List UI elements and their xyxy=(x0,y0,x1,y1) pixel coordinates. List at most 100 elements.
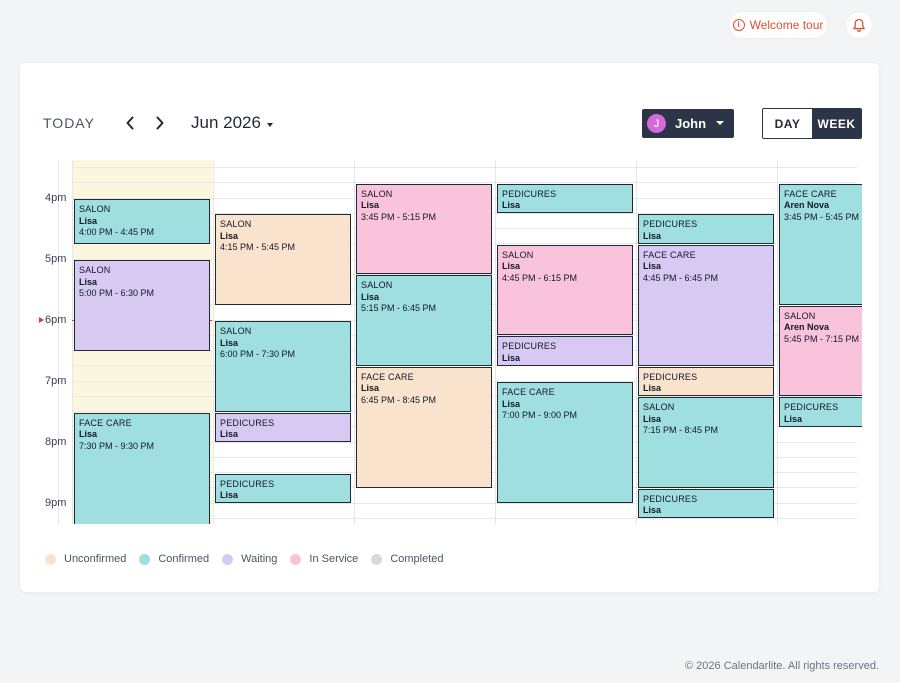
appointment-card[interactable]: SALON Lisa 3:45 PM - 5:15 PM xyxy=(356,183,492,275)
hour-label: 7pm xyxy=(45,375,67,387)
appointment-service: PEDICURES xyxy=(220,417,275,428)
appointment-service: SALON xyxy=(643,402,675,413)
legend-dot xyxy=(222,553,234,565)
appointment-time: 7:15 PM - 8:45 PM xyxy=(643,425,719,436)
appointment-time: 6:00 PM - 7:30 PM xyxy=(220,349,296,359)
appointment-card[interactable]: FACE CARE Lisa 4:45 PM - 6:45 PM xyxy=(638,244,774,366)
appointment-service: FACE CARE xyxy=(79,417,132,428)
caret-down-icon xyxy=(716,121,724,125)
appointment-card[interactable]: PEDICURES Lisa xyxy=(638,366,774,397)
legend-label: In Service xyxy=(309,553,359,565)
appointment-service: SALON xyxy=(220,219,252,230)
appointment-card[interactable]: SALON Lisa 4:15 PM - 5:45 PM xyxy=(215,214,351,305)
appointment-time: 5:45 PM - 7:15 PM xyxy=(784,333,860,344)
appointment-card[interactable]: FACE CARE Aren Nova 3:45 PM - 5:45 PM xyxy=(779,183,862,305)
appointment-service: SALON xyxy=(79,204,111,214)
week-view-button[interactable]: WEEK xyxy=(812,109,861,138)
appointment-service: FACE CARE xyxy=(643,249,696,260)
appointment-card[interactable]: PEDICURES Lisa xyxy=(215,473,351,503)
hour-label: 8pm xyxy=(45,436,67,448)
appointment-client: Aren Nova xyxy=(784,322,830,333)
appointment-time: 7:00 PM - 9:00 PM xyxy=(502,410,578,420)
appointment-card[interactable]: SALON Lisa 5:15 PM - 6:45 PM xyxy=(356,275,492,366)
appointment-service: PEDICURES xyxy=(643,219,698,230)
appointment-service: SALON xyxy=(79,265,111,275)
appointment-time: 3:45 PM - 5:45 PM xyxy=(784,211,860,222)
view-toggle: DAY WEEK xyxy=(762,108,862,139)
appointment-client: Lisa xyxy=(79,429,98,439)
appointment-card[interactable]: FACE CARE Lisa 7:30 PM - 9:30 PM xyxy=(74,412,210,524)
appointment-client: Lisa xyxy=(79,276,98,287)
appointment-card[interactable]: FACE CARE Lisa 6:45 PM - 8:45 PM xyxy=(356,366,492,488)
next-arrow-icon[interactable] xyxy=(153,113,167,133)
legend-label: Waiting xyxy=(241,553,278,565)
prev-arrow-icon[interactable] xyxy=(123,113,137,133)
appointment-time: 3:45 PM - 5:15 PM xyxy=(361,211,437,222)
staff-select[interactable]: J John xyxy=(642,109,734,138)
appointment-card[interactable]: PEDICURES Lisa xyxy=(215,412,351,442)
legend-dot xyxy=(290,553,302,565)
appointment-service: PEDICURES xyxy=(643,493,698,504)
grid-column-line xyxy=(58,160,59,524)
appointment-client: Lisa xyxy=(502,398,521,409)
appointment-card[interactable]: PEDICURES Lisa xyxy=(638,488,774,519)
today-button[interactable]: TODAY xyxy=(43,115,95,131)
appointment-client: Lisa xyxy=(643,505,662,516)
appointment-client: Lisa xyxy=(361,200,380,211)
appointment-client: Lisa xyxy=(361,383,380,394)
appointment-card[interactable]: PEDICURES Lisa xyxy=(638,214,774,244)
welcome-tour-label: Welcome tour xyxy=(749,18,824,32)
appointment-service: FACE CARE xyxy=(784,188,837,199)
appointment-card[interactable]: FACE CARE Lisa 7:00 PM - 9:00 PM xyxy=(497,382,633,503)
appointment-time: 4:15 PM - 5:45 PM xyxy=(220,242,296,253)
appointment-service: FACE CARE xyxy=(502,387,555,397)
legend-dot xyxy=(45,553,56,565)
legend-item: Confirmed xyxy=(139,553,209,565)
appointment-client: Lisa xyxy=(502,261,521,272)
hour-label: 6pm xyxy=(45,314,67,326)
legend-item: In Service xyxy=(290,553,358,565)
appointment-service: SALON xyxy=(502,249,534,260)
appointment-card[interactable]: SALON Lisa 5:00 PM - 6:30 PM xyxy=(74,260,210,351)
appointment-client: Lisa xyxy=(220,230,239,241)
appointment-service: PEDICURES xyxy=(502,341,557,352)
appointment-client: Lisa xyxy=(643,261,662,272)
grid-row-line xyxy=(72,167,857,168)
appointment-card[interactable]: PEDICURES Lisa xyxy=(497,336,633,366)
legend-item: Completed xyxy=(371,553,444,565)
appointment-card[interactable]: SALON Aren Nova 5:45 PM - 7:15 PM xyxy=(779,305,862,397)
appointment-client: Aren Nova xyxy=(784,200,830,211)
appointment-time: 7:30 PM - 9:30 PM xyxy=(79,440,155,451)
notifications-button[interactable] xyxy=(845,11,873,39)
appointment-card[interactable]: SALON Lisa 4:45 PM - 6:15 PM xyxy=(497,244,633,336)
day-view-button[interactable]: DAY xyxy=(763,109,812,138)
staff-name: John xyxy=(675,116,707,131)
appointment-time: 6:45 PM - 8:45 PM xyxy=(361,394,437,405)
appointment-service: SALON xyxy=(220,326,252,336)
appointment-card[interactable]: SALON Lisa 7:15 PM - 8:45 PM xyxy=(638,397,774,488)
appointment-client: Lisa xyxy=(502,352,521,363)
legend-label: Completed xyxy=(390,553,444,565)
appointment-card[interactable]: SALON Lisa 4:00 PM - 4:45 PM xyxy=(74,199,210,244)
appointment-client: Lisa xyxy=(220,490,239,500)
appointment-client: Lisa xyxy=(502,200,521,211)
appointment-service: SALON xyxy=(784,310,816,321)
legend-dot xyxy=(371,553,383,565)
appointment-client: Lisa xyxy=(220,429,239,439)
grid-column-line xyxy=(213,160,214,524)
copyright: © 2026 Calendarlite. All rights reserved… xyxy=(685,660,879,672)
legend-label: Unconfirmed xyxy=(64,553,127,565)
avatar: J xyxy=(647,114,666,133)
month-label: Jun 2026 xyxy=(191,113,261,132)
appointment-service: FACE CARE xyxy=(361,371,414,382)
legend-item: Unconfirmed xyxy=(45,553,126,565)
week-grid: 4pm 5pm 6pm 7pm 8pm 9pm SALON Lisa 4:00 PM - 4:… xyxy=(38,160,862,524)
current-time-marker xyxy=(39,317,44,323)
month-picker[interactable]: Jun 2026 xyxy=(191,113,273,133)
appointment-card[interactable]: PEDICURES Lisa xyxy=(779,397,862,427)
caret-down-icon xyxy=(266,122,273,127)
appointment-card[interactable]: SALON Lisa 6:00 PM - 7:30 PM xyxy=(215,321,351,412)
appointment-card[interactable]: PEDICURES Lisa xyxy=(497,183,633,214)
welcome-tour-button[interactable]: i Welcome tour xyxy=(728,11,828,39)
info-icon: i xyxy=(732,19,745,31)
